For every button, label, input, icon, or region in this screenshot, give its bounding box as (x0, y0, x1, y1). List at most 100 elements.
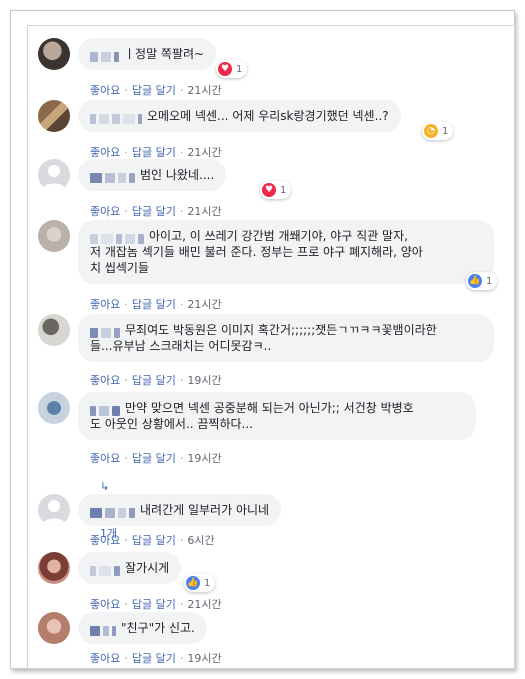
like-link[interactable]: 좋아요 (90, 298, 120, 311)
like-link[interactable]: 좋아요 (90, 374, 120, 387)
reply-link[interactable]: 답글 달기 (132, 598, 176, 611)
avatar[interactable] (38, 220, 70, 252)
blurred-author-name[interactable] (90, 404, 123, 416)
comment-time[interactable]: 21시간 (187, 298, 221, 311)
comment-time[interactable]: 19시간 (187, 452, 221, 465)
like-link[interactable]: 좋아요 (90, 84, 120, 97)
reply-link[interactable]: 답글 달기 (132, 298, 176, 311)
comment-time[interactable]: 21시간 (187, 598, 221, 611)
separator: · (179, 452, 184, 465)
separator: · (124, 84, 128, 97)
comment-text: 들...유부남 스크래치는 어디못감ㅋ.. (90, 339, 272, 353)
reply-link[interactable]: 답글 달기 (132, 534, 176, 547)
comment-text: 잘가시게 (125, 561, 170, 575)
heart-icon: ♥ (262, 183, 276, 197)
like-link[interactable]: 좋아요 (90, 205, 120, 218)
comment-text: ㅣ정말 쪽팔려~ (124, 47, 205, 61)
blurred-author-name[interactable] (90, 506, 138, 518)
comment-text: 무죄여도 박동원은 이미지 혹간거;;;;;;잿든ㄱㄲㅋㅋ꽃뱀이라한 (125, 323, 437, 337)
comment-actions: 좋아요 · 답글 달기 · 21시간 (90, 596, 222, 612)
comment-bubble: 무죄여도 박동원은 이미지 혹간거;;;;;;잿든ㄱㄲㅋㅋ꽃뱀이라한 들...유… (78, 314, 494, 362)
reaction-badge[interactable]: 👍 1 (184, 574, 216, 592)
comment-list: ㅣ정말 쪽팔려~ ♥ 1 좋아요 · 답글 달기 · 21시간 오메오메 넥센... 어제… (27, 25, 515, 669)
reaction-count: 1 (280, 184, 287, 196)
reaction-badge[interactable]: 👍 1 (466, 272, 498, 290)
comment-time[interactable]: 21시간 (187, 146, 221, 159)
reply-link[interactable]: 답글 달기 (132, 84, 176, 97)
avatar[interactable] (38, 159, 70, 191)
comment-actions: 좋아요 · 답글 달기 · 21시간 (90, 296, 222, 312)
screenshot-frame: ㅣ정말 쪽팔려~ ♥ 1 좋아요 · 답글 달기 · 21시간 오메오메 넥센... 어제… (10, 10, 515, 669)
reply-arrow-icon: ↳ (100, 480, 110, 493)
comment-bubble: 범인 나왔네.... (78, 159, 227, 191)
reaction-count: 1 (236, 63, 243, 75)
like-link[interactable]: 좋아요 (90, 652, 120, 665)
comment-actions: 좋아요 · 답글 달기 · 19시간 (90, 650, 222, 666)
reaction-badge[interactable]: ♥ 1 (260, 181, 292, 199)
comment-text: 저 개잡놈 섹기들 배민 불러 준다. 정부는 프로 야구 폐지해라, 양아 (90, 245, 423, 259)
reply-link[interactable]: 답글 달기 (132, 652, 176, 665)
like-link[interactable]: 좋아요 (90, 452, 120, 465)
avatar[interactable] (38, 314, 70, 346)
separator: · (124, 598, 128, 611)
comment-text: 내려간게 일부러가 아니네 (140, 503, 270, 517)
separator: · (179, 146, 184, 159)
avatar[interactable] (38, 552, 70, 584)
reply-link[interactable]: 답글 달기 (132, 146, 176, 159)
separator: · (179, 84, 184, 97)
like-link[interactable]: 좋아요 (90, 146, 120, 159)
comment-time[interactable]: 19시간 (187, 374, 221, 387)
comment-text: 범인 나왔네.... (140, 168, 215, 182)
default-avatar-icon (42, 165, 66, 191)
blurred-author-name[interactable] (90, 564, 123, 576)
comment-bubble: 오메오메 넥센... 어제 우리sk랑경기했던 넥센..? (78, 100, 401, 132)
heart-icon: ♥ (218, 62, 232, 76)
separator: · (179, 534, 184, 547)
comment-text: 도 아웃인 상황에서.. 끔찍하다... (90, 417, 253, 431)
blurred-author-name[interactable] (90, 232, 147, 244)
reply-link[interactable]: 답글 달기 (132, 205, 176, 218)
blurred-author-name[interactable] (90, 624, 119, 636)
blurred-author-name[interactable] (90, 112, 145, 124)
separator: · (124, 452, 128, 465)
separator: · (179, 298, 184, 311)
comment-bubble: ㅣ정말 쪽팔려~ (78, 38, 217, 70)
comment-text: 만약 맞으면 넥센 공중분해 되는거 아닌가;; 서건창 박병호 (125, 401, 414, 415)
avatar[interactable] (38, 612, 70, 644)
comment-time[interactable]: 21시간 (187, 205, 221, 218)
avatar[interactable] (38, 392, 70, 424)
avatar[interactable] (38, 494, 70, 526)
avatar[interactable] (38, 38, 70, 70)
separator: · (179, 205, 184, 218)
comment-actions: 좋아요 · 답글 달기 · 21시간 (90, 144, 222, 160)
like-link[interactable]: 좋아요 (90, 598, 120, 611)
comment-bubble: 내려간게 일부러가 아니네 (78, 494, 282, 526)
blurred-author-name[interactable] (90, 50, 122, 62)
comment-bubble: 아이고, 이 쓰레기 강간범 개쐐기야, 야구 직관 말자, 저 개잡놈 섹기들… (78, 220, 494, 284)
like-link[interactable]: 좋아요 (90, 534, 120, 547)
comment-actions: 좋아요 · 답글 달기 · 6시간 (90, 532, 215, 548)
default-avatar-icon (42, 500, 66, 526)
comment-actions: 좋아요 · 답글 달기 · 21시간 (90, 82, 222, 98)
reaction-badge[interactable]: ♥ 1 (216, 60, 248, 78)
comment-time[interactable]: 6시간 (187, 534, 214, 547)
reaction-count: 1 (442, 125, 449, 137)
reply-link[interactable]: 답글 달기 (132, 374, 176, 387)
comment-time[interactable]: 19시간 (187, 652, 221, 665)
blurred-author-name[interactable] (90, 171, 138, 183)
comment-text: 아이고, 이 쓰레기 강간범 개쐐기야, 야구 직관 말자, (149, 229, 408, 243)
blurred-author-name[interactable] (90, 326, 123, 338)
comment-actions: 좋아요 · 답글 달기 · 19시간 (90, 372, 222, 388)
separator: · (124, 374, 128, 387)
comment-actions: 좋아요 · 답글 달기 · 19시간 (90, 450, 222, 466)
like-icon: 👍 (468, 274, 482, 288)
reaction-badge[interactable]: ◔ 1 (422, 122, 454, 140)
separator: · (124, 205, 128, 218)
reply-link[interactable]: 답글 달기 (132, 452, 176, 465)
avatar[interactable] (38, 100, 70, 132)
reaction-count: 1 (204, 577, 211, 589)
comment-bubble: 잘가시게 (78, 552, 182, 584)
reaction-count: 1 (486, 275, 493, 287)
comment-text: 치 씹섹기들 (90, 261, 150, 275)
comment-time[interactable]: 21시간 (187, 84, 221, 97)
